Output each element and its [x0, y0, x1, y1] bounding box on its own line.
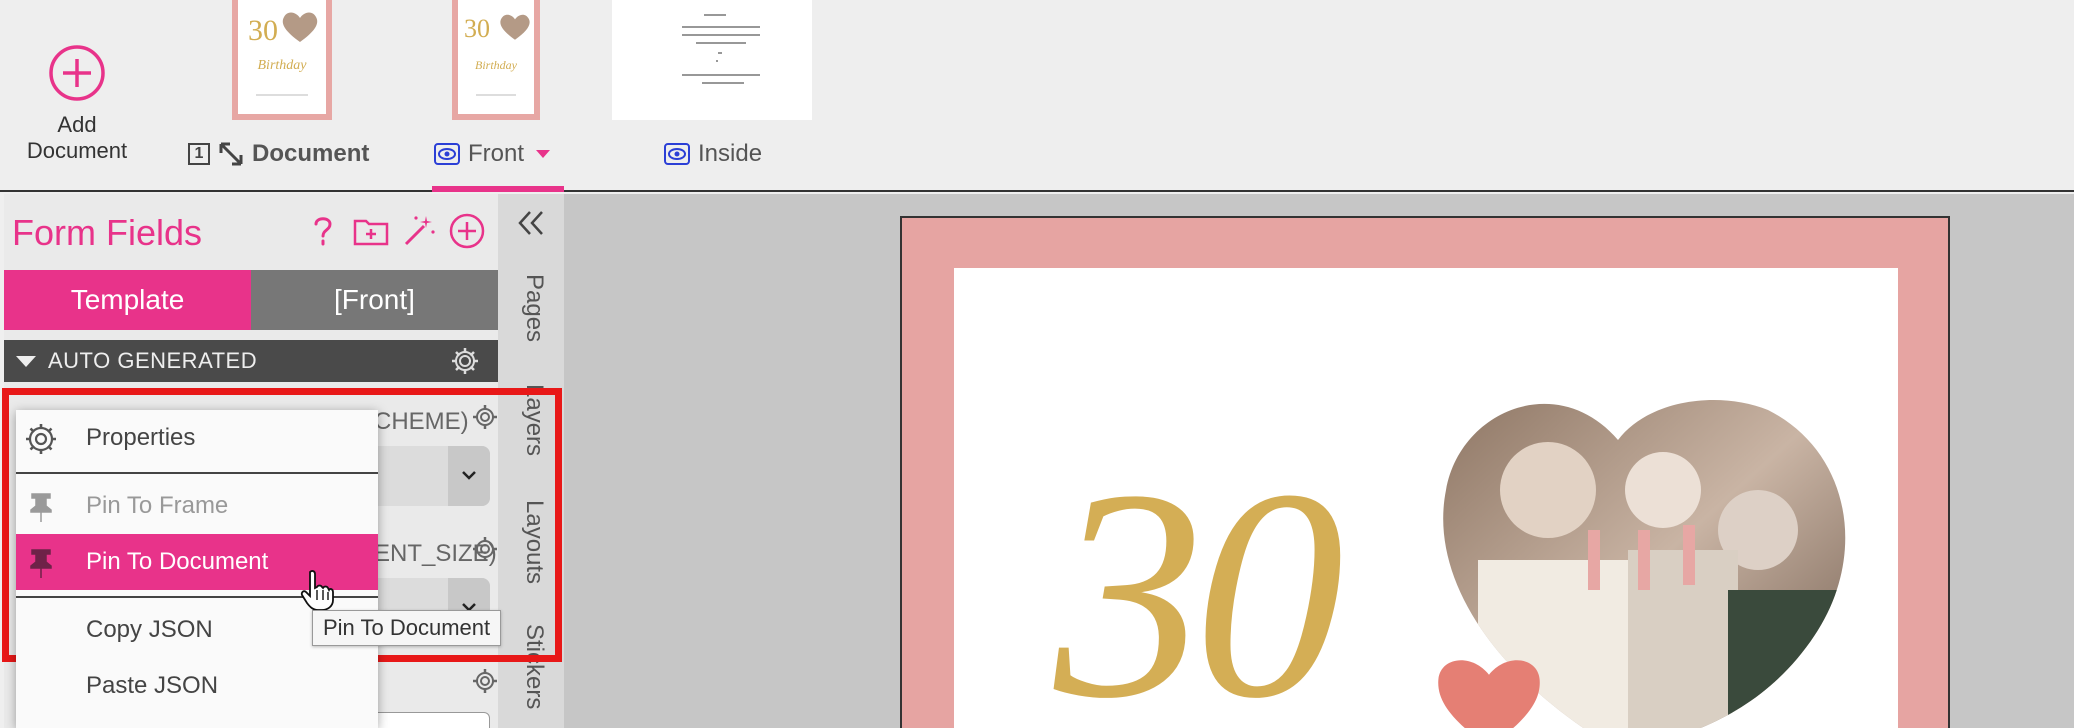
help-icon[interactable]	[304, 212, 342, 250]
tab-front-label: Front	[468, 140, 525, 167]
add-folder-icon[interactable]	[352, 212, 390, 250]
magic-wand-icon[interactable]	[400, 212, 438, 250]
inside-text-line	[696, 42, 746, 44]
thumbnail-line	[256, 94, 308, 96]
menu-item-label: Pin To Frame	[86, 492, 229, 519]
context-menu: Properties Pin To Frame Pin To Document …	[16, 410, 378, 728]
inside-text-line	[716, 60, 718, 62]
panel-actions	[304, 212, 486, 250]
document-number-badge: 1	[188, 143, 210, 165]
front-thumbnail[interactable]: 30 Birthday	[452, 0, 540, 120]
menu-item-paste-json[interactable]: Paste JSON	[16, 658, 378, 714]
eye-icon	[664, 143, 690, 165]
double-chevron-left-icon[interactable]	[514, 206, 548, 240]
menu-item-label: Paste JSON	[86, 672, 219, 699]
inside-text-line	[702, 82, 744, 84]
dropdown-caret-icon[interactable]	[536, 150, 551, 158]
inside-text-line	[682, 26, 760, 28]
mini-photo-heart-icon	[282, 12, 318, 42]
add-circle-icon	[49, 45, 105, 101]
inside-text-line	[704, 14, 726, 16]
tab-inside-label: Inside	[698, 140, 763, 167]
menu-item-pin-to-frame[interactable]: Pin To Frame	[16, 478, 378, 534]
segment-front[interactable]: [Front]	[251, 270, 498, 330]
menu-item-properties[interactable]: Properties	[16, 410, 378, 466]
front-thumbnail-card: 30 Birthday	[458, 0, 534, 114]
add-document-button[interactable]: Add Document	[20, 44, 134, 164]
gear-icon[interactable]	[450, 346, 480, 376]
menu-item-label: Properties	[86, 424, 196, 451]
tooltip: Pin To Document	[312, 610, 502, 646]
group-header[interactable]: AUTO GENERATED	[4, 340, 498, 382]
panel-title: Form Fields	[12, 212, 203, 253]
active-tab-indicator	[432, 186, 564, 192]
group-header-label: AUTO GENERATED	[48, 348, 258, 373]
inside-text-line	[718, 52, 722, 54]
front-thumbnail-number: 30	[464, 14, 490, 43]
mini-photo-heart-icon	[500, 14, 530, 40]
card-page[interactable]: 30	[900, 216, 1950, 728]
tab-front[interactable]: Front	[434, 140, 551, 168]
design-canvas: 30	[564, 194, 2074, 728]
pin-icon	[30, 549, 52, 578]
pin-icon	[30, 493, 52, 522]
document-thumbnail[interactable]: 30 Birthday	[232, 0, 332, 120]
tab-document-label: Document	[252, 140, 370, 167]
document-thumbnail-word: Birthday	[257, 58, 307, 73]
menu-item-label: Pin To Document	[86, 548, 269, 575]
menu-separator	[16, 472, 378, 474]
front-thumbnail-word: Birthday	[475, 58, 517, 72]
document-toolbar: Add Document 30 Birthday 30 Birthday 1 D…	[0, 0, 2074, 192]
inside-text-line	[682, 34, 760, 36]
collapse-triangle-icon	[16, 356, 36, 367]
segment-template[interactable]: Template	[4, 270, 251, 330]
card-page-content: 30	[954, 268, 1898, 728]
scope-toggle: Template [Front]	[4, 270, 498, 330]
gear-icon	[26, 424, 56, 454]
inside-text-line	[682, 74, 760, 76]
gear-icon[interactable]	[472, 668, 498, 694]
side-tab-pages[interactable]: Pages	[520, 274, 548, 342]
eye-icon	[434, 143, 460, 165]
menu-item-label: Copy JSON	[86, 616, 213, 643]
app-root: Add Document 30 Birthday 30 Birthday 1 D…	[0, 0, 2074, 728]
resize-icon	[219, 142, 243, 166]
thumbnail-line	[476, 94, 516, 96]
hand-pointer-cursor	[300, 570, 334, 611]
card-number[interactable]: 30	[1054, 444, 1344, 728]
add-document-label: Add Document	[26, 112, 128, 163]
small-heart-icon	[1438, 660, 1540, 728]
tab-inside[interactable]: Inside	[664, 140, 762, 168]
document-thumbnail-number: 30	[248, 14, 278, 47]
document-thumbnail-card: 30 Birthday	[238, 0, 326, 114]
inside-thumbnail[interactable]	[612, 0, 812, 120]
add-field-icon[interactable]	[448, 212, 486, 250]
tab-document[interactable]: 1 Document	[188, 140, 369, 168]
